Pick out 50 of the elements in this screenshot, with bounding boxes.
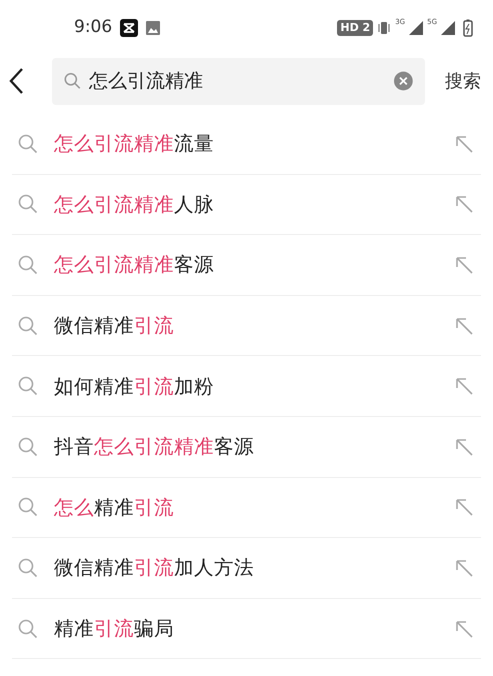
- search-icon: [18, 436, 38, 457]
- suggestion-text: 怎么引流精准人脉: [54, 192, 215, 218]
- search-icon: [64, 71, 82, 91]
- suggestion-text: 微信精准引流: [54, 312, 175, 339]
- signal-icon: [409, 21, 424, 35]
- fill-arrow-icon[interactable]: [455, 316, 473, 335]
- suggestion-item[interactable]: 怎么引流精准客源: [12, 235, 481, 296]
- fill-arrow-icon[interactable]: [455, 134, 473, 153]
- suggestion-item[interactable]: 如何精准引流加粉: [12, 356, 481, 417]
- suggestion-text: 精准引流骗局: [54, 616, 175, 642]
- search-icon: [18, 497, 38, 518]
- suggestion-text: 怎么精准引流: [54, 494, 175, 521]
- suggestion-item[interactable]: 微信精准引流加人方法: [12, 538, 481, 599]
- search-icon: [18, 254, 38, 275]
- search-button[interactable]: 搜索: [425, 68, 493, 94]
- hd-badge: HD 2: [337, 20, 374, 36]
- fill-arrow-icon[interactable]: [455, 620, 473, 638]
- suggestion-item[interactable]: 怎么引流精准人脉: [12, 174, 481, 236]
- fill-arrow-icon[interactable]: [455, 195, 473, 214]
- app-icon: [120, 19, 138, 37]
- fill-arrow-icon[interactable]: [455, 438, 473, 456]
- search-icon: [18, 134, 38, 154]
- suggestion-item[interactable]: 怎么引流精准流量: [12, 114, 481, 175]
- suggestion-item[interactable]: 抖音怎么引流精准客源: [12, 416, 481, 478]
- suggestion-text: 微信精准引流加人方法: [54, 555, 255, 582]
- battery-icon: [463, 19, 473, 37]
- fill-arrow-icon[interactable]: [455, 498, 473, 516]
- suggestion-item[interactable]: 怎么精准引流: [12, 478, 481, 538]
- search-bar[interactable]: 怎么引流精准: [52, 58, 425, 104]
- fill-arrow-icon[interactable]: [455, 377, 473, 396]
- clear-icon[interactable]: [394, 70, 413, 92]
- search-icon: [18, 558, 38, 578]
- search-icon: [18, 618, 38, 639]
- suggestion-text: 如何精准引流加粉: [54, 374, 215, 400]
- search-field[interactable]: 怎么引流精准: [89, 66, 386, 96]
- fill-arrow-icon[interactable]: [455, 256, 473, 274]
- suggestion-item[interactable]: 精准引流骗局: [12, 598, 481, 660]
- signal-icon: [441, 21, 455, 35]
- search-icon: [18, 316, 38, 336]
- suggestion-text: 抖音怎么引流精准客源: [54, 434, 255, 460]
- search-icon: [18, 376, 38, 396]
- suggestion-text: 怎么引流精准客源: [54, 252, 215, 278]
- suggestion-text: 怎么引流精准流量: [54, 131, 215, 158]
- image-icon: [146, 21, 160, 35]
- suggestion-item[interactable]: 微信精准引流: [12, 296, 481, 356]
- fill-arrow-icon[interactable]: [455, 558, 473, 577]
- search-icon: [18, 194, 38, 214]
- back-icon[interactable]: [8, 67, 26, 95]
- vibrate-icon: [377, 20, 392, 36]
- status-time: 9:06: [74, 16, 112, 40]
